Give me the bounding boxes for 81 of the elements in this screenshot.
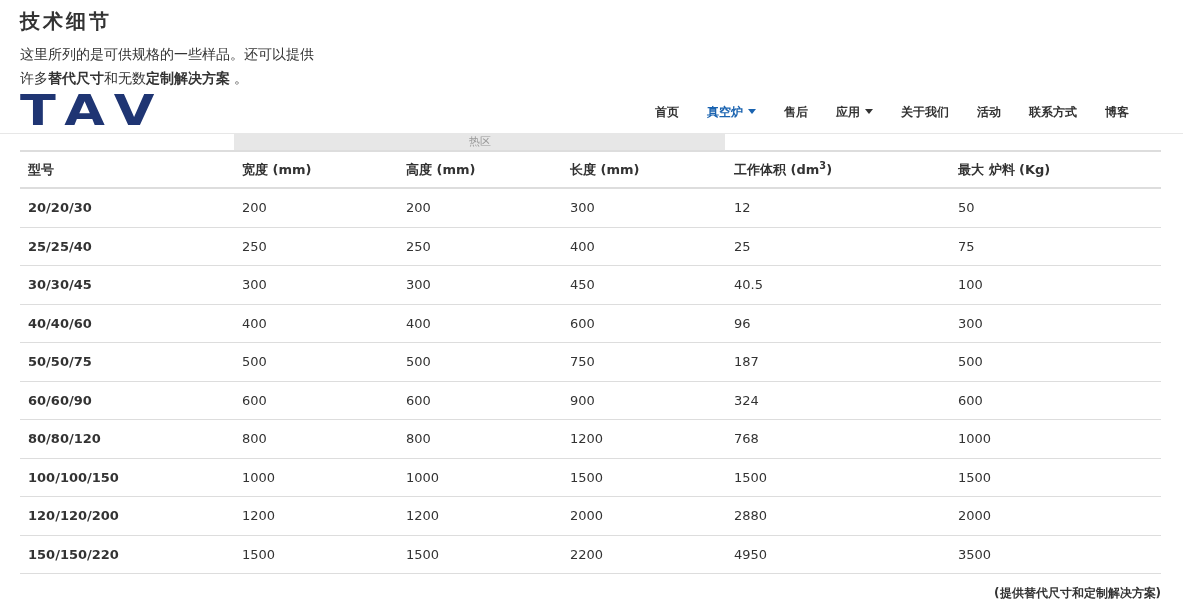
table-cell: 50/50/75: [28, 354, 92, 369]
column-header: 宽度 (mm): [242, 161, 312, 177]
table-cell: 25: [734, 238, 751, 254]
table-cell: 800: [242, 431, 267, 446]
footnote: (提供替代尺寸和定制解决方案): [994, 585, 1161, 602]
nav-link[interactable]: 活动: [963, 102, 1015, 121]
column-header: 工作体积 (dm$^{3}$): [734, 161, 833, 177]
table-cell: 187: [734, 354, 759, 369]
table-cell: 100/100/150: [28, 469, 119, 485]
table-cell: 400: [242, 315, 267, 331]
table-cell: 120/120/200: [28, 508, 119, 523]
table-cell: 1200: [242, 508, 276, 523]
table-cell: 1500: [406, 546, 440, 562]
table-cell: 1500: [570, 469, 604, 485]
table-cell: 250: [406, 238, 431, 254]
nav-link[interactable]: 售后: [770, 102, 822, 121]
table-cell: 400: [570, 238, 595, 254]
nav-link[interactable]: 首页: [641, 102, 693, 121]
table-cell: 500: [406, 354, 431, 369]
table-cell: 25/25/40: [28, 238, 92, 254]
table-cell: 600: [242, 392, 267, 408]
table-cell: 1500: [958, 469, 992, 485]
column-header: 型号: [28, 161, 54, 177]
table-cell: 400: [406, 315, 431, 331]
table-cell: 1000: [406, 469, 440, 485]
caret-icon: [865, 109, 873, 114]
table-cell: 4950: [734, 546, 768, 562]
table-cell: 100: [958, 277, 983, 292]
table-cell: 500: [242, 354, 267, 369]
table-cell: 1000: [242, 469, 276, 485]
nav-link[interactable]: 博客: [1091, 102, 1143, 121]
intro-text: 许多替代尺寸和无数定制解决方案 。: [20, 69, 249, 88]
table-cell: 12: [734, 200, 751, 215]
table-cell: 2000: [958, 508, 992, 523]
nav-link[interactable]: 关于我们: [887, 102, 963, 121]
table-cell: 900: [570, 392, 595, 408]
table-cell: 1500: [242, 546, 276, 562]
logo[interactable]: TAV: [20, 93, 167, 129]
nav-link[interactable]: 应用: [822, 102, 887, 121]
table-cell: 40.5: [734, 277, 763, 292]
table-cell: 300: [242, 277, 267, 292]
table-cell: 324: [734, 392, 759, 408]
table-cell: 2000: [570, 508, 604, 523]
table-cell: 2200: [570, 546, 604, 562]
table-cell: 300: [958, 315, 983, 331]
table-cell: 1200: [570, 431, 604, 446]
column-header: 长度 (mm): [570, 161, 640, 177]
table-cell: 450: [570, 277, 595, 292]
table-cell: 50: [958, 200, 975, 215]
table-cell: 75: [958, 238, 975, 254]
caret-icon: [748, 109, 756, 114]
table-cell: 1500: [734, 469, 768, 485]
table-cell: 300: [570, 200, 595, 215]
table-cell: 200: [242, 200, 267, 215]
table-cell: 80/80/120: [28, 431, 101, 446]
table-cell: 500: [958, 354, 983, 369]
table-cell: 20/20/30: [28, 200, 92, 215]
nav-link[interactable]: 真空炉: [693, 102, 770, 121]
table-cell: 600: [958, 392, 983, 408]
table-cell: 600: [406, 392, 431, 408]
table-cell: 30/30/45: [28, 277, 92, 292]
table-cell: 300: [406, 277, 431, 292]
table-cell: 60/60/90: [28, 392, 92, 408]
table-cell: 3500: [958, 546, 992, 562]
column-header: 最大 炉料 (Kg): [958, 161, 1051, 177]
table-cell: 1000: [958, 431, 992, 446]
table-cell: 150/150/220: [28, 546, 119, 562]
table-cell: 40/40/60: [28, 315, 92, 331]
table-cell: 750: [570, 354, 595, 369]
intro-text: 这里所列的是可供规格的一些样品。还可以提供: [20, 45, 314, 64]
table-cell: 1200: [406, 508, 440, 523]
table-cell: 800: [406, 431, 431, 446]
table-cell: 768: [734, 431, 759, 446]
table-cell: 250: [242, 238, 267, 254]
page-heading: 技术细节: [20, 8, 112, 35]
table-cell: 2880: [734, 508, 768, 523]
table-cell: 96: [734, 315, 751, 331]
table-cell: 600: [570, 315, 595, 331]
nav-link[interactable]: 联系方式: [1015, 102, 1091, 121]
column-header: 高度 (mm): [406, 161, 476, 177]
table-cell: 200: [406, 200, 431, 215]
